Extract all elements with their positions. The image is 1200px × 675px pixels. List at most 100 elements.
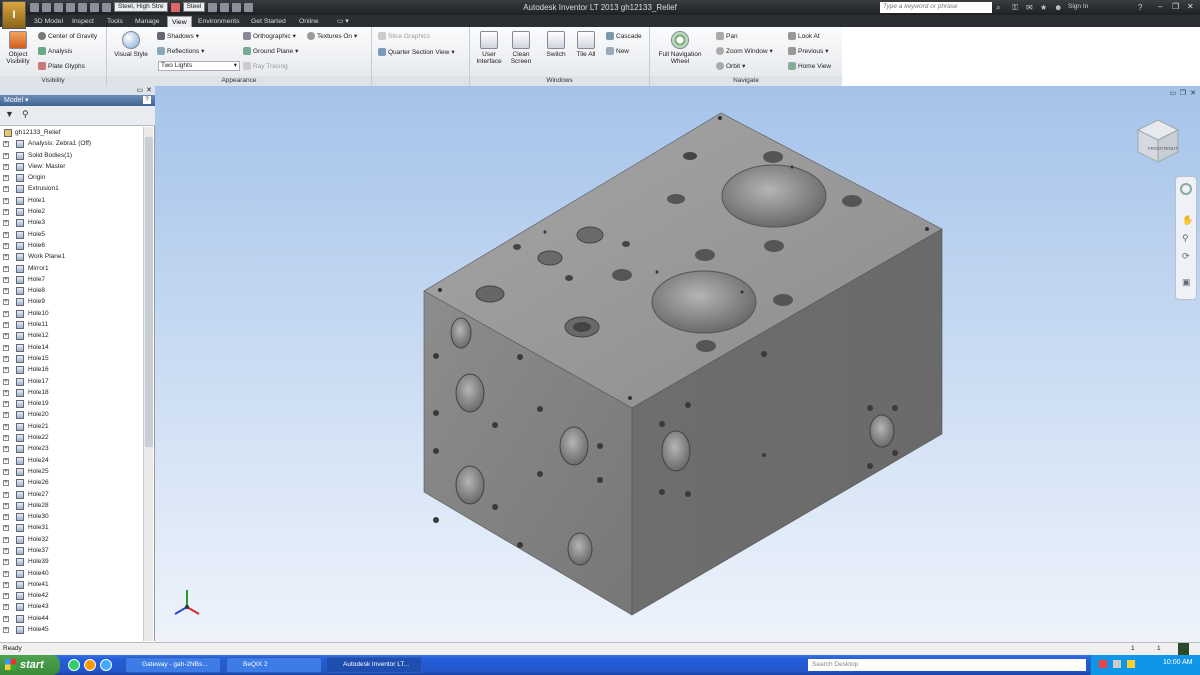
browser-tree-item[interactable]: + Hole21 bbox=[0, 421, 143, 432]
browser-tree-item[interactable]: + Hole42 bbox=[0, 590, 143, 601]
expand-icon[interactable]: + bbox=[3, 322, 9, 329]
tab-inspect[interactable]: Inspect bbox=[68, 16, 98, 27]
tab-get-started[interactable]: Get Started bbox=[247, 16, 290, 27]
browser-tree-item[interactable]: + Hole20 bbox=[0, 409, 143, 420]
browser-tree-item[interactable]: + Hole43 bbox=[0, 601, 143, 612]
help-icon[interactable]: ? bbox=[1138, 3, 1142, 12]
sign-in-link[interactable]: Sign In bbox=[1068, 3, 1088, 10]
orbit-button[interactable]: Orbit ▾ bbox=[716, 62, 745, 70]
ray-tracing-button[interactable]: Ray Tracing bbox=[243, 62, 288, 70]
browser-tree-item[interactable]: + Hole22 bbox=[0, 432, 143, 443]
quarter-section-button[interactable]: Quarter Section View ▾ bbox=[378, 48, 455, 56]
look-at-icon[interactable]: ▣ bbox=[1182, 277, 1191, 288]
orbit-icon[interactable]: ⟳ bbox=[1182, 251, 1190, 262]
home-view-button[interactable]: Home View bbox=[788, 62, 831, 70]
browser-tree-item[interactable]: + Hole3 bbox=[0, 217, 143, 228]
plate-glyphs-button[interactable]: Plate Glyphs bbox=[38, 62, 85, 70]
taskbar-item-inventor[interactable]: Autodesk Inventor LT... bbox=[326, 657, 422, 673]
tab-manage[interactable]: Manage bbox=[131, 16, 164, 27]
switch-button[interactable]: Switch bbox=[542, 31, 570, 58]
steering-wheel-icon[interactable] bbox=[1180, 183, 1192, 195]
expand-icon[interactable]: + bbox=[3, 141, 9, 148]
look-at-button[interactable]: Look At bbox=[788, 32, 820, 40]
expand-icon[interactable]: + bbox=[3, 627, 9, 634]
new-window-button[interactable]: New bbox=[606, 47, 629, 55]
search-icon[interactable]: ⌕ bbox=[996, 3, 1000, 13]
browser-icon[interactable] bbox=[68, 659, 80, 671]
browser-tree-item[interactable]: + Hole10 bbox=[0, 308, 143, 319]
object-visibility-button[interactable]: Object Visibility bbox=[3, 31, 33, 65]
expand-icon[interactable]: + bbox=[3, 435, 9, 442]
tab-3d-model[interactable]: 3D Model bbox=[30, 16, 67, 27]
application-menu-button[interactable]: I bbox=[2, 1, 26, 29]
browser-tree-item[interactable]: + Hole19 bbox=[0, 398, 143, 409]
browser-tree-item[interactable]: gh12133_Relief bbox=[0, 127, 143, 138]
user-icon[interactable]: ☻ bbox=[1054, 3, 1062, 12]
tray-volume-icon[interactable] bbox=[1127, 660, 1135, 668]
expand-icon[interactable]: + bbox=[3, 299, 9, 306]
expand-icon[interactable]: + bbox=[3, 593, 9, 600]
expand-icon[interactable]: + bbox=[3, 231, 9, 238]
binoculars-icon[interactable]: ⚲ bbox=[22, 109, 29, 120]
browser-tree-item[interactable]: + Hole40 bbox=[0, 568, 143, 579]
taskbar-item-gateway[interactable]: Gateway - gah-2NBs... bbox=[125, 657, 221, 673]
browser-tree-item[interactable]: + Hole18 bbox=[0, 387, 143, 398]
browser-tree-item[interactable]: + Hole16 bbox=[0, 364, 143, 375]
favorites-icon[interactable]: ★ bbox=[1040, 3, 1047, 12]
expand-icon[interactable]: + bbox=[3, 536, 9, 543]
browser-tree-item[interactable]: + Hole37 bbox=[0, 545, 143, 556]
tab-online[interactable]: Online bbox=[295, 16, 323, 27]
expand-icon[interactable]: + bbox=[3, 457, 9, 464]
cascade-button[interactable]: Cascade bbox=[606, 32, 642, 40]
expand-icon[interactable]: + bbox=[3, 186, 9, 193]
browser-tree-item[interactable]: + Hole41 bbox=[0, 579, 143, 590]
browser-tree-item[interactable]: + Origin bbox=[0, 172, 143, 183]
filter-icon[interactable]: ▼ bbox=[5, 109, 14, 119]
expand-icon[interactable]: + bbox=[3, 197, 9, 204]
expand-icon[interactable]: + bbox=[3, 581, 9, 588]
expand-icon[interactable]: + bbox=[3, 163, 9, 170]
clean-screen-button[interactable]: Clean Screen bbox=[506, 31, 536, 65]
visual-style-button[interactable]: Visual Style bbox=[111, 31, 151, 58]
browser-tree-item[interactable]: + Hole44 bbox=[0, 613, 143, 624]
expand-icon[interactable]: + bbox=[3, 446, 9, 453]
graphics-window[interactable]: ▭ ❐ ✕ FRONT RIGHT bbox=[155, 86, 1200, 642]
browser-tree-item[interactable]: + Hole25 bbox=[0, 466, 143, 477]
expand-icon[interactable]: + bbox=[3, 355, 9, 362]
part-model[interactable] bbox=[155, 86, 1200, 642]
browser-tree-item[interactable]: + Hole5 bbox=[0, 229, 143, 240]
center-of-gravity-button[interactable]: Center of Gravity bbox=[38, 32, 97, 40]
reflections-button[interactable]: Reflections ▾ bbox=[157, 47, 204, 55]
slice-graphics-button[interactable]: Slice Graphics bbox=[378, 32, 430, 40]
ie-icon[interactable] bbox=[100, 659, 112, 671]
browser-maximize-icon[interactable]: ▭ bbox=[136, 86, 143, 94]
expand-icon[interactable]: + bbox=[3, 333, 9, 340]
browser-tree-item[interactable]: + Hole30 bbox=[0, 511, 143, 522]
expand-icon[interactable]: + bbox=[3, 502, 9, 509]
browser-tree-item[interactable]: + Hole8 bbox=[0, 285, 143, 296]
subscription-icon[interactable]: ⚿ bbox=[1012, 3, 1018, 13]
browser-tree-item[interactable]: + Hole39 bbox=[0, 556, 143, 567]
browser-tree-item[interactable]: + Mirror1 bbox=[0, 263, 143, 274]
browser-tree-item[interactable]: + Hole11 bbox=[0, 319, 143, 330]
browser-tree-item[interactable]: + Hole17 bbox=[0, 376, 143, 387]
browser-header[interactable]: Model ▾? bbox=[0, 95, 155, 106]
scroll-thumb[interactable] bbox=[145, 137, 153, 447]
expand-icon[interactable]: + bbox=[3, 242, 9, 249]
browser-tree-item[interactable]: + Hole23 bbox=[0, 443, 143, 454]
expand-icon[interactable]: + bbox=[3, 468, 9, 475]
browser-tree-item[interactable]: + Hole45 bbox=[0, 624, 143, 635]
browser-tree-item[interactable]: + Hole7 bbox=[0, 274, 143, 285]
browser-tree-item[interactable]: + Hole28 bbox=[0, 500, 143, 511]
ground-plane-button[interactable]: Ground Plane ▾ bbox=[243, 47, 298, 55]
expand-icon[interactable]: + bbox=[3, 423, 9, 430]
expand-icon[interactable]: + bbox=[3, 547, 9, 554]
expand-icon[interactable]: + bbox=[3, 412, 9, 419]
tray-network-icon[interactable] bbox=[1113, 660, 1121, 668]
browser-scrollbar[interactable] bbox=[143, 127, 153, 641]
expand-icon[interactable]: + bbox=[3, 525, 9, 532]
expand-icon[interactable]: + bbox=[3, 570, 9, 577]
panel-options-icon[interactable]: ▭ ▾ bbox=[333, 16, 353, 27]
shadows-button[interactable]: Shadows ▾ bbox=[157, 32, 199, 40]
tray-alert-icon[interactable] bbox=[1099, 660, 1107, 668]
